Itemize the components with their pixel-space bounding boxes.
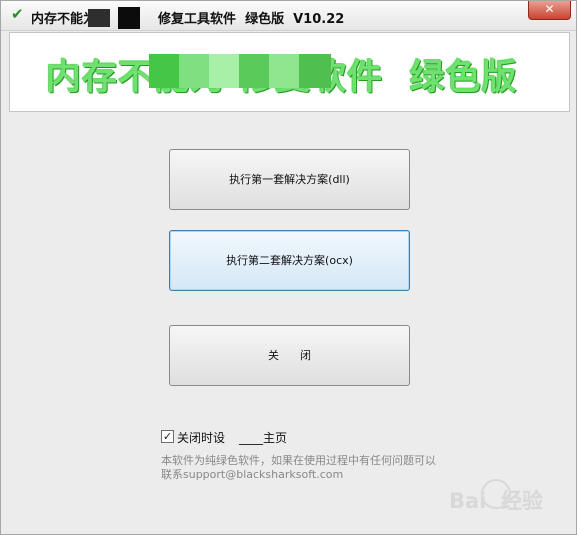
checkmark-app-icon: ✔	[11, 5, 24, 23]
redacted-block	[118, 7, 140, 29]
window-close-button[interactable]: ✕	[528, 1, 571, 20]
solution1-button[interactable]: 执行第一套解决方案(dll)	[169, 149, 410, 210]
baidu-watermark: Bai 经验	[449, 489, 543, 513]
mosaic-redaction	[149, 54, 179, 88]
mosaic-redaction	[269, 54, 299, 88]
close-setting-checkbox[interactable]: ✓	[161, 430, 174, 443]
window-title: 内存不能为 修复工具软件 绿色版 V10.22	[31, 12, 345, 27]
close-button[interactable]: 关 闭	[169, 325, 410, 386]
homepage-link[interactable]: ____主页	[239, 429, 287, 446]
title-bar[interactable]: ✔ 内存不能为 修复工具软件 绿色版 V10.22 ✕	[1, 1, 576, 31]
info-text-line2: 联系support@blacksharksoft.com	[161, 468, 344, 481]
mosaic-redaction	[299, 54, 331, 88]
mosaic-redaction	[239, 54, 269, 88]
close-setting-label: 关闭时设	[177, 431, 226, 445]
solution2-button[interactable]: 执行第二套解决方案(ocx)	[169, 230, 410, 291]
mosaic-redaction	[179, 54, 209, 88]
redacted-block	[88, 9, 110, 27]
app-window: ✔ 内存不能为修复工具软件 绿色版 V10.22 ✕ 内存不能为 修复软件 绿色…	[0, 0, 577, 535]
mosaic-redaction	[209, 54, 239, 88]
